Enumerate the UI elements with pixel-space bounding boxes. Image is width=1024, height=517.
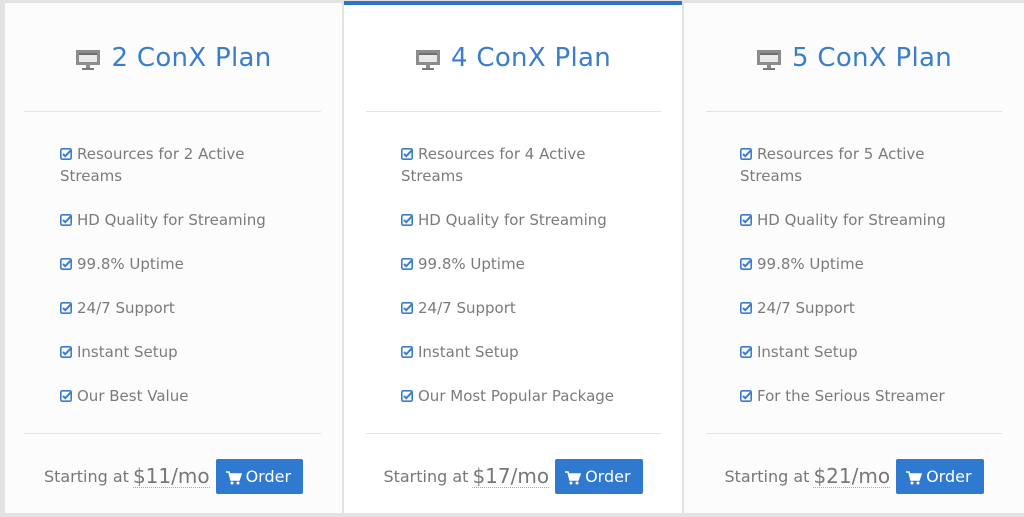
feature-list: Resources for 5 Active Streams HD Qualit… (740, 143, 970, 429)
pricing-plans: 2 ConX Plan Resources for 2 Active Strea… (0, 0, 1024, 517)
price: $11/mo (132, 464, 210, 488)
feature-item: 99.8% Uptime (401, 253, 631, 275)
feature-item: 99.8% Uptime (740, 253, 970, 275)
feature-item: 24/7 Support (401, 297, 631, 319)
check-square-icon (60, 210, 72, 226)
feature-text: HD Quality for Streaming (77, 211, 266, 229)
feature-text: Resources for 5 Active Streams (740, 145, 925, 185)
feature-text: Our Best Value (77, 387, 189, 405)
feature-item: 24/7 Support (740, 297, 970, 319)
plan-footer: Starting at $21/mo Order (684, 459, 1024, 494)
divider (366, 111, 661, 112)
feature-text: 99.8% Uptime (418, 255, 525, 273)
feature-item: Instant Setup (740, 341, 970, 363)
plan-footer: Starting at $17/mo Order (344, 459, 682, 494)
feature-item: HD Quality for Streaming (740, 209, 970, 231)
feature-item: 24/7 Support (60, 297, 290, 319)
check-square-icon (60, 386, 72, 402)
feature-item: Instant Setup (401, 341, 631, 363)
divider (24, 433, 321, 434)
plan-title: 2 ConX Plan (5, 43, 342, 73)
feature-item: Resources for 4 Active Streams (401, 143, 631, 187)
monitor-icon (75, 48, 101, 70)
starting-at-label: Starting at (383, 467, 469, 486)
check-square-icon (740, 210, 752, 226)
feature-item: Resources for 5 Active Streams (740, 143, 970, 187)
plan-card-4-conx: 4 ConX Plan Resources for 4 Active Strea… (344, 1, 682, 513)
check-square-icon (740, 298, 752, 314)
price: $17/mo (472, 464, 550, 488)
order-button[interactable]: Order (555, 459, 643, 494)
monitor-icon (415, 48, 441, 70)
order-button-label: Order (245, 467, 292, 486)
feature-item: 99.8% Uptime (60, 253, 290, 275)
check-square-icon (401, 254, 413, 270)
divider (24, 111, 321, 112)
feature-item: HD Quality for Streaming (60, 209, 290, 231)
plan-footer: Starting at $11/mo Order (5, 459, 342, 494)
feature-text: HD Quality for Streaming (757, 211, 946, 229)
feature-text: 99.8% Uptime (757, 255, 864, 273)
plan-title-text: 4 ConX Plan (450, 43, 612, 73)
cart-icon (225, 470, 242, 484)
feature-item: Resources for 2 Active Streams (60, 143, 290, 187)
order-button-label: Order (585, 467, 631, 486)
plan-title: 5 ConX Plan (684, 43, 1024, 73)
feature-item: Our Most Popular Package (401, 385, 631, 407)
feature-text: Resources for 2 Active Streams (60, 145, 245, 185)
plan-card-5-conx: 5 ConX Plan Resources for 5 Active Strea… (684, 3, 1024, 513)
plan-title-text: 5 ConX Plan (791, 43, 953, 73)
check-square-icon (740, 342, 752, 358)
feature-item: Our Best Value (60, 385, 290, 407)
check-square-icon (401, 298, 413, 314)
divider (706, 111, 1002, 112)
check-square-icon (60, 144, 72, 160)
feature-item: For the Serious Streamer (740, 385, 970, 407)
feature-text: Resources for 4 Active Streams (401, 145, 586, 185)
feature-text: Our Most Popular Package (418, 387, 615, 405)
feature-text: 24/7 Support (757, 299, 855, 317)
check-square-icon (60, 342, 72, 358)
order-button[interactable]: Order (215, 459, 304, 494)
feature-text: Instant Setup (77, 343, 178, 361)
check-square-icon (401, 210, 413, 226)
order-button-label: Order (926, 467, 972, 486)
cart-icon (565, 470, 582, 484)
feature-text: 99.8% Uptime (77, 255, 184, 273)
feature-item: HD Quality for Streaming (401, 209, 631, 231)
feature-item: Instant Setup (60, 341, 290, 363)
check-square-icon (740, 254, 752, 270)
check-square-icon (401, 386, 413, 402)
check-square-icon (60, 298, 72, 314)
divider (706, 433, 1002, 434)
feature-text: 24/7 Support (77, 299, 175, 317)
starting-at-label: Starting at (43, 467, 129, 486)
feature-list: Resources for 2 Active Streams HD Qualit… (60, 143, 290, 429)
starting-at-label: Starting at (724, 467, 810, 486)
check-square-icon (401, 342, 413, 358)
order-button[interactable]: Order (896, 459, 984, 494)
feature-text: HD Quality for Streaming (418, 211, 607, 229)
feature-text: For the Serious Streamer (757, 387, 945, 405)
feature-text: 24/7 Support (418, 299, 516, 317)
feature-text: Instant Setup (757, 343, 858, 361)
monitor-icon (756, 48, 782, 70)
cart-icon (906, 470, 923, 484)
check-square-icon (740, 144, 752, 160)
check-square-icon (740, 386, 752, 402)
divider (366, 433, 661, 434)
plan-title: 4 ConX Plan (344, 43, 682, 73)
check-square-icon (401, 144, 413, 160)
check-square-icon (60, 254, 72, 270)
feature-text: Instant Setup (418, 343, 519, 361)
plan-card-2-conx: 2 ConX Plan Resources for 2 Active Strea… (5, 3, 342, 513)
plan-title-text: 2 ConX Plan (111, 43, 272, 73)
feature-list: Resources for 4 Active Streams HD Qualit… (401, 143, 631, 429)
price: $21/mo (813, 464, 891, 488)
